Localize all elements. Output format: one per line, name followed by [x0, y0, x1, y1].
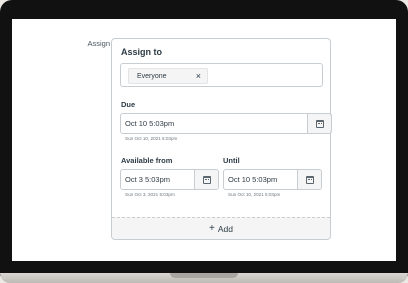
until-date-input[interactable]: Oct 10 5:03pm — [223, 169, 322, 190]
until-label: Until — [223, 156, 240, 165]
available-from-input[interactable]: Oct 3 5:03pm — [120, 169, 219, 190]
available-from-calendar-button[interactable] — [194, 170, 218, 189]
close-icon[interactable]: × — [196, 71, 201, 81]
assign-card: Assign to Everyone × Due Oct 10 5:03pm S… — [111, 38, 332, 240]
assignee-tag-label: Everyone — [137, 72, 167, 80]
assignee-tag[interactable]: Everyone × — [128, 68, 208, 84]
due-date-value: Oct 10 5:03pm — [125, 119, 175, 128]
calendar-icon — [305, 175, 314, 184]
calendar-icon — [315, 119, 324, 128]
plus-icon: + — [209, 223, 215, 234]
available-from-value: Oct 3 5:03pm — [125, 175, 171, 184]
assign-to-heading: Assign to — [121, 47, 163, 57]
due-calendar-button[interactable] — [307, 114, 331, 133]
laptop-notch — [170, 273, 238, 278]
assign-section-label: Assign — [87, 39, 110, 48]
calendar-icon — [202, 175, 211, 184]
until-date-hint: Sun Oct 10, 2021 5:03pm — [228, 192, 281, 197]
until-date-value: Oct 10 5:03pm — [228, 175, 278, 184]
add-button[interactable]: + Add — [112, 217, 330, 239]
due-date-input[interactable]: Oct 10 5:03pm — [120, 113, 332, 134]
due-date-hint: Sun Oct 10, 2021 5:03pm — [125, 136, 178, 141]
screen: Assign Assign to Everyone × Due Oct 10 5… — [12, 19, 396, 261]
add-button-label: Add — [217, 223, 233, 234]
assign-to-input[interactable]: Everyone × — [120, 63, 323, 87]
due-label: Due — [121, 100, 136, 109]
until-calendar-button[interactable] — [297, 170, 321, 189]
available-from-label: Available from — [121, 156, 173, 165]
available-from-hint: Sun Oct 3, 2021 5:03pm — [125, 192, 175, 197]
